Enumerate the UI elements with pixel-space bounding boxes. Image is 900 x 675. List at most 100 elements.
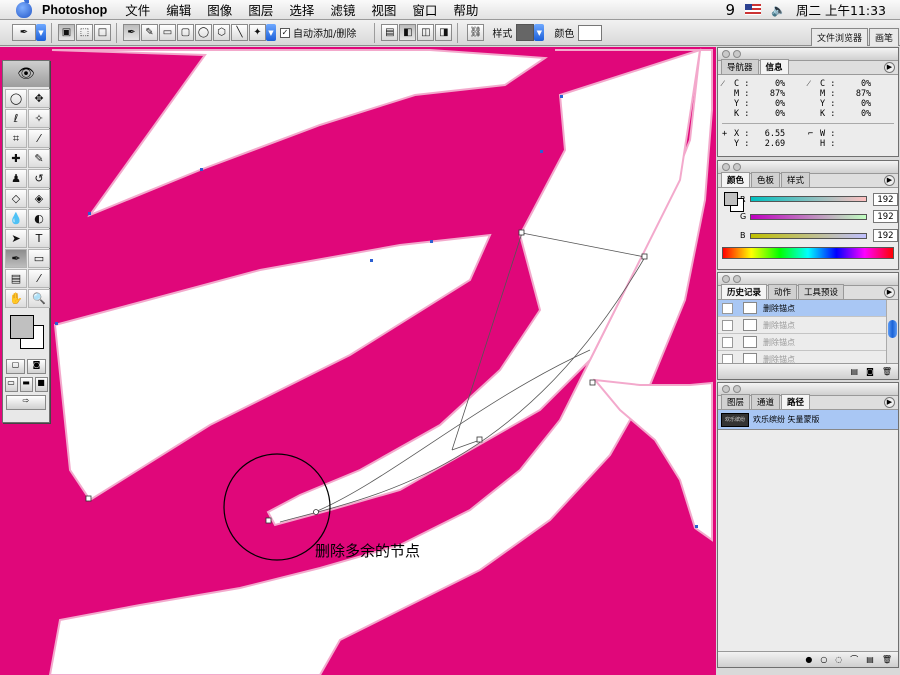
minimize-button[interactable] [733, 50, 741, 58]
rectangle-shape-icon[interactable]: ▭ [159, 24, 176, 41]
rectangle-tool-icon[interactable]: ▭ [28, 249, 50, 268]
brush-tool-icon[interactable]: ✎ [28, 149, 50, 168]
tab-brushes[interactable]: 画笔 [868, 28, 899, 46]
panel-menu-icon[interactable]: ▶ [884, 175, 895, 186]
apple-menu-icon[interactable] [16, 0, 32, 18]
new-document-icon[interactable]: ▤ [851, 367, 859, 376]
trash-icon[interactable]: 🗑 [882, 367, 892, 376]
rounded-rect-icon[interactable]: ▢ [177, 24, 194, 41]
tab-actions[interactable]: 动作 [768, 284, 798, 299]
scroll-thumb[interactable] [888, 320, 897, 338]
b-slider-track[interactable] [749, 232, 867, 239]
minimize-button[interactable] [733, 385, 741, 393]
close-button[interactable] [722, 385, 730, 393]
tab-file-browser[interactable]: 文件浏览器 [810, 28, 868, 46]
tab-history[interactable]: 历史记录 [721, 284, 768, 299]
type-tool-icon[interactable]: T [28, 229, 50, 248]
pen-tool-preset-icon[interactable]: ✒ [12, 24, 36, 41]
history-source-checkbox[interactable] [722, 336, 733, 348]
eyedropper-icon[interactable]: ⁄ [28, 269, 50, 288]
hand-tool-icon[interactable]: ✋ [5, 289, 27, 308]
g-slider-track[interactable] [750, 213, 868, 220]
tab-layers[interactable]: 图层 [721, 394, 751, 409]
preset-dropdown-arrow[interactable]: ▼ [36, 24, 46, 41]
link-layer-icon[interactable]: ⛓ [467, 24, 485, 41]
tab-channels[interactable]: 通道 [751, 394, 781, 409]
zoom-tool-icon[interactable]: 🔍 [28, 289, 50, 308]
us-flag-icon[interactable] [745, 4, 762, 15]
dodge-tool-icon[interactable]: ◐ [28, 209, 50, 228]
color-spectrum-bar[interactable] [722, 247, 894, 259]
b-value-field[interactable]: 192 [872, 229, 898, 242]
history-source-checkbox[interactable] [722, 319, 733, 331]
r-slider-track[interactable] [749, 196, 867, 202]
path-row[interactable]: 欢乐缤纷 欢乐缤纷 矢量蒙版 [718, 410, 898, 430]
minimize-button[interactable] [733, 275, 741, 283]
menu-layer[interactable]: 图层 [248, 0, 273, 19]
adobe-eye-logo[interactable]: 👁 [3, 61, 49, 87]
stroke-path-icon[interactable]: ○ [820, 655, 827, 664]
style-dropdown-arrow[interactable]: ▼ [534, 24, 545, 41]
menu-file[interactable]: 文件 [125, 0, 150, 19]
paint-bucket-icon[interactable]: ◈ [28, 189, 50, 208]
exclude-area-icon[interactable]: ◨ [435, 24, 453, 41]
tab-swatches[interactable]: 色板 [751, 172, 781, 187]
speaker-icon[interactable]: 🔈 [771, 3, 786, 17]
slice-tool-icon[interactable]: ⁄ [28, 129, 50, 148]
panel-menu-icon[interactable]: ▶ [884, 287, 895, 298]
fill-pixels-icon[interactable]: □ [94, 24, 111, 41]
auto-add-delete-checkbox[interactable]: ✓ [280, 27, 290, 38]
healing-brush-icon[interactable]: ✚ [5, 149, 27, 168]
menu-help[interactable]: 帮助 [453, 0, 478, 19]
minimize-button[interactable] [733, 163, 741, 171]
ellipse-icon[interactable]: ◯ [195, 24, 212, 41]
g-value-field[interactable]: 192 [873, 210, 898, 223]
fill-path-icon[interactable]: ● [805, 655, 812, 664]
tab-color[interactable]: 颜色 [721, 172, 751, 187]
new-path-icon[interactable]: ▤ [866, 655, 874, 664]
jump-to-imageready-icon[interactable]: ⇨ [6, 395, 46, 410]
history-source-checkbox[interactable] [722, 302, 733, 314]
foreground-color-swatch[interactable] [10, 315, 34, 339]
clone-stamp-icon[interactable]: ♟ [5, 169, 27, 188]
tab-tool-presets[interactable]: 工具预设 [798, 284, 845, 299]
eraser-tool-icon[interactable]: ◇ [5, 189, 27, 208]
history-state-row[interactable]: 删除锚点 [718, 317, 898, 334]
menu-clock[interactable]: 周二 上午11:33 [796, 0, 886, 19]
tab-styles[interactable]: 样式 [781, 172, 811, 187]
magic-wand-icon[interactable]: ✧ [28, 109, 50, 128]
history-scrollbar[interactable] [886, 300, 898, 365]
custom-shape-icon[interactable]: ✦ [249, 24, 266, 41]
trash-icon[interactable]: 🗑 [882, 655, 892, 664]
document-canvas[interactable] [0, 47, 716, 675]
load-selection-icon[interactable]: ◌ [835, 655, 842, 664]
elliptical-marquee-icon[interactable]: ◯ [5, 89, 27, 108]
intersect-area-icon[interactable]: ◫ [417, 24, 435, 41]
script-badge[interactable]: 9 [726, 1, 736, 19]
history-state-row[interactable]: 删除锚点 [718, 300, 898, 317]
standard-screen-icon[interactable]: ▭ [4, 377, 18, 392]
tab-paths[interactable]: 路径 [781, 394, 811, 409]
shape-layers-icon[interactable]: ▣ [58, 24, 75, 41]
blur-tool-icon[interactable]: 💧 [5, 209, 27, 228]
geometry-options-arrow[interactable]: ▼ [266, 24, 276, 41]
menu-view[interactable]: 视图 [371, 0, 396, 19]
tab-navigator[interactable]: 导航器 [721, 59, 759, 74]
menu-select[interactable]: 选择 [289, 0, 314, 19]
close-button[interactable] [722, 50, 730, 58]
notes-tool-icon[interactable]: ▤ [5, 269, 27, 288]
camera-snapshot-icon[interactable]: ◙ [866, 367, 874, 376]
pen-tool-icon[interactable]: ✒ [5, 249, 27, 268]
menu-image[interactable]: 图像 [207, 0, 232, 19]
make-work-path-icon[interactable]: ⌒ [850, 654, 858, 665]
standard-mode-icon[interactable]: ▢ [6, 359, 25, 374]
panel-menu-icon[interactable]: ▶ [884, 397, 895, 408]
full-screen-icon[interactable]: ■ [34, 377, 48, 392]
paths-mode-icon[interactable]: ⬚ [76, 24, 93, 41]
history-state-row[interactable]: 删除锚点 [718, 334, 898, 351]
panel-menu-icon[interactable]: ▶ [884, 62, 895, 73]
app-name-menu[interactable]: Photoshop [42, 3, 107, 17]
close-button[interactable] [722, 163, 730, 171]
menu-window[interactable]: 窗口 [412, 0, 437, 19]
menu-edit[interactable]: 编辑 [166, 0, 191, 19]
